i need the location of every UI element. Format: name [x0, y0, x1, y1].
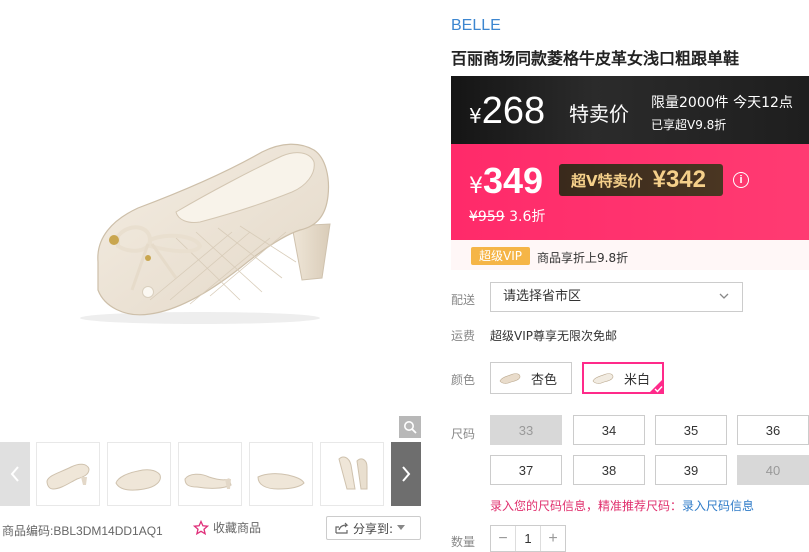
shoe-thumbnail-image	[46, 463, 90, 490]
star-icon	[193, 519, 209, 535]
product-title: 百丽商场同款菱格牛皮革女浅口粗跟单鞋	[451, 49, 740, 68]
original-price-row: ¥959 3.6折	[469, 206, 545, 226]
size-option-40: 40	[737, 455, 809, 485]
svip-price-badge: 超V特卖价 ¥342	[559, 164, 723, 196]
share-button[interactable]: 分享到:	[326, 516, 421, 540]
shoe-illustration	[80, 143, 331, 324]
zoom-button[interactable]	[399, 416, 421, 438]
thumbnail-item[interactable]	[249, 442, 313, 506]
quantity-minus-button[interactable]: −	[491, 526, 515, 551]
caret-down-icon	[397, 525, 406, 530]
region-placeholder: 请选择省市区	[503, 289, 582, 304]
brand-name[interactable]: BELLE	[451, 17, 501, 35]
flash-limit-text: 限量2000件 今天12点	[651, 95, 793, 111]
vip-bar: 超级VIP 商品享折上9.8折	[451, 240, 809, 270]
chevron-left-icon	[10, 466, 19, 482]
promo-price-bar: ¥349 超V特卖价 ¥342 i ¥959 3.6折	[451, 144, 809, 240]
thumb-prev-button[interactable]	[0, 442, 30, 506]
favorite-button[interactable]: 收藏商品	[193, 519, 261, 536]
product-meta-row: 商品编码:BBL3DM14DD1AQ1 收藏商品 分享到:	[0, 516, 421, 544]
sku-label: 商品编码:	[2, 524, 54, 538]
thumb-next-button[interactable]	[391, 442, 421, 506]
chevron-down-icon	[719, 293, 729, 299]
size-option-36[interactable]: 36	[737, 415, 809, 445]
shoe-thumbnail-image	[338, 456, 368, 490]
promo-price: ¥349	[469, 160, 543, 202]
flash-sub-text: 已享超V9.8折	[651, 118, 727, 132]
flash-price-value: 268	[481, 90, 546, 132]
shoe-thumbnail-image	[257, 473, 305, 490]
quantity-plus-button[interactable]: +	[541, 526, 565, 551]
size-hint: 录入您的尺码信息，精准推荐尺码：录入尺码信息	[490, 497, 754, 514]
shipping-text: 超级VIP尊享无限次免邮	[490, 329, 617, 343]
thumbnail-item[interactable]	[320, 442, 384, 506]
share-label: 分享到:	[353, 521, 394, 536]
thumbnail-strip	[0, 442, 421, 506]
color-option-label: 杏色	[531, 372, 558, 388]
size-hint-text: 录入您的尺码信息，精准推荐尺码：	[490, 499, 683, 513]
color-option-apricot[interactable]: 杏色	[490, 362, 572, 394]
color-label: 颜色	[451, 373, 476, 387]
discount-rate: 3.6折	[509, 209, 546, 225]
chevron-right-icon	[402, 466, 411, 482]
size-option-33: 33	[490, 415, 562, 445]
size-option-39[interactable]: 39	[655, 455, 727, 485]
region-select[interactable]: 请选择省市区	[490, 282, 743, 312]
shoe-swatch-icon	[592, 373, 614, 384]
quantity-label: 数量	[451, 535, 476, 549]
size-label: 尺码	[451, 427, 476, 441]
color-option-label: 米白	[624, 372, 651, 388]
flash-currency: ¥	[469, 104, 482, 128]
magnifier-icon	[404, 421, 417, 434]
size-option-34[interactable]: 34	[573, 415, 645, 445]
color-option-ivory[interactable]: 米白	[582, 362, 664, 394]
product-main-image[interactable]	[0, 0, 420, 440]
sku-code: 商品编码:BBL3DM14DD1AQ1	[2, 522, 163, 539]
svip-label: 超V特卖价	[571, 171, 643, 190]
thumbnail-item[interactable]	[36, 442, 100, 506]
info-icon[interactable]: i	[733, 172, 749, 188]
size-option-35[interactable]: 35	[655, 415, 727, 445]
sku-value: BBL3DM14DD1AQ1	[53, 524, 163, 538]
shoe-swatch-icon	[499, 373, 521, 384]
flash-price: ¥268	[469, 90, 545, 133]
vip-tag: 超级VIP	[471, 247, 530, 265]
quantity-stepper: − 1 +	[490, 525, 566, 552]
flash-tag: 特卖价	[569, 102, 629, 126]
size-option-37[interactable]: 37	[490, 455, 562, 485]
vip-text: 商品享折上9.8折	[537, 251, 629, 265]
svip-price: ¥342	[652, 166, 706, 193]
thumbnail-item[interactable]	[178, 442, 242, 506]
size-option-38[interactable]: 38	[573, 455, 645, 485]
shoe-thumbnail-image	[115, 469, 161, 491]
shoe-thumbnail-image	[184, 473, 232, 489]
thumbnail-item[interactable]	[107, 442, 171, 506]
favorite-label: 收藏商品	[213, 521, 262, 535]
promo-price-value: 349	[483, 160, 544, 201]
selected-check-icon	[648, 378, 664, 394]
flash-sale-bar: ¥268 特卖价 限量2000件 今天12点 已享超V9.8折	[451, 76, 809, 144]
share-icon	[335, 522, 349, 534]
quantity-value[interactable]: 1	[515, 526, 541, 551]
original-price: ¥959	[469, 209, 505, 225]
size-hint-link[interactable]: 录入尺码信息	[682, 499, 754, 513]
promo-currency: ¥	[469, 174, 483, 199]
shipping-label: 运费	[451, 329, 476, 343]
delivery-label: 配送	[451, 293, 476, 307]
